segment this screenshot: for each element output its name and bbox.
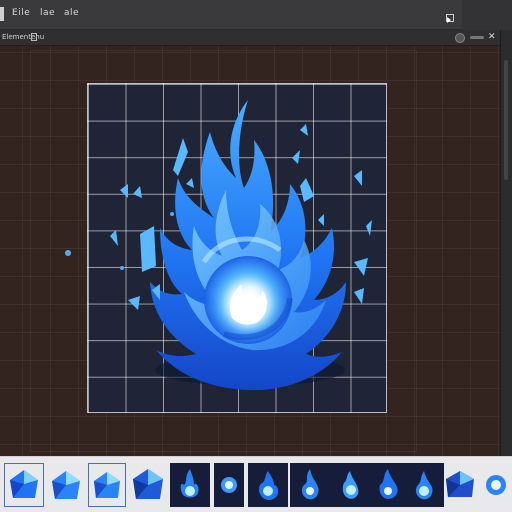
blue-flame-icon[interactable] [0,0,512,512]
thumbnail-13[interactable] [482,463,510,507]
thumbnail-9[interactable] [330,463,370,507]
thumbnail-11[interactable] [404,463,444,507]
thumbnail-5[interactable] [170,463,210,507]
thumbnail-strip [0,456,512,512]
thumbnail-6[interactable] [214,463,244,507]
glow-orb-icon [221,477,237,493]
thumbnail-1[interactable] [4,463,44,507]
blue-flame-icon [180,469,199,498]
thumbnail-10[interactable] [368,463,408,507]
blue-flame-icon [259,471,279,500]
blue-flame-icon [415,471,433,500]
glow-orb-icon [486,475,506,495]
thumbnail-8[interactable] [290,463,330,507]
dark-crystal-icon [133,469,163,499]
blue-flame-icon [379,469,398,499]
thumbnail-4[interactable] [128,463,168,507]
blue-flame-icon [342,471,359,499]
blue-crystal-icon [94,472,120,498]
blue-crystal-icon [52,471,80,499]
thumbnail-2[interactable] [46,463,86,507]
blue-crystal-icon [10,470,38,498]
thumbnail-12[interactable] [440,463,480,507]
blue-crystal-icon [446,471,474,497]
thumbnail-7[interactable] [248,463,288,507]
blue-flame-icon [301,469,319,500]
thumbnail-3[interactable] [88,463,126,507]
